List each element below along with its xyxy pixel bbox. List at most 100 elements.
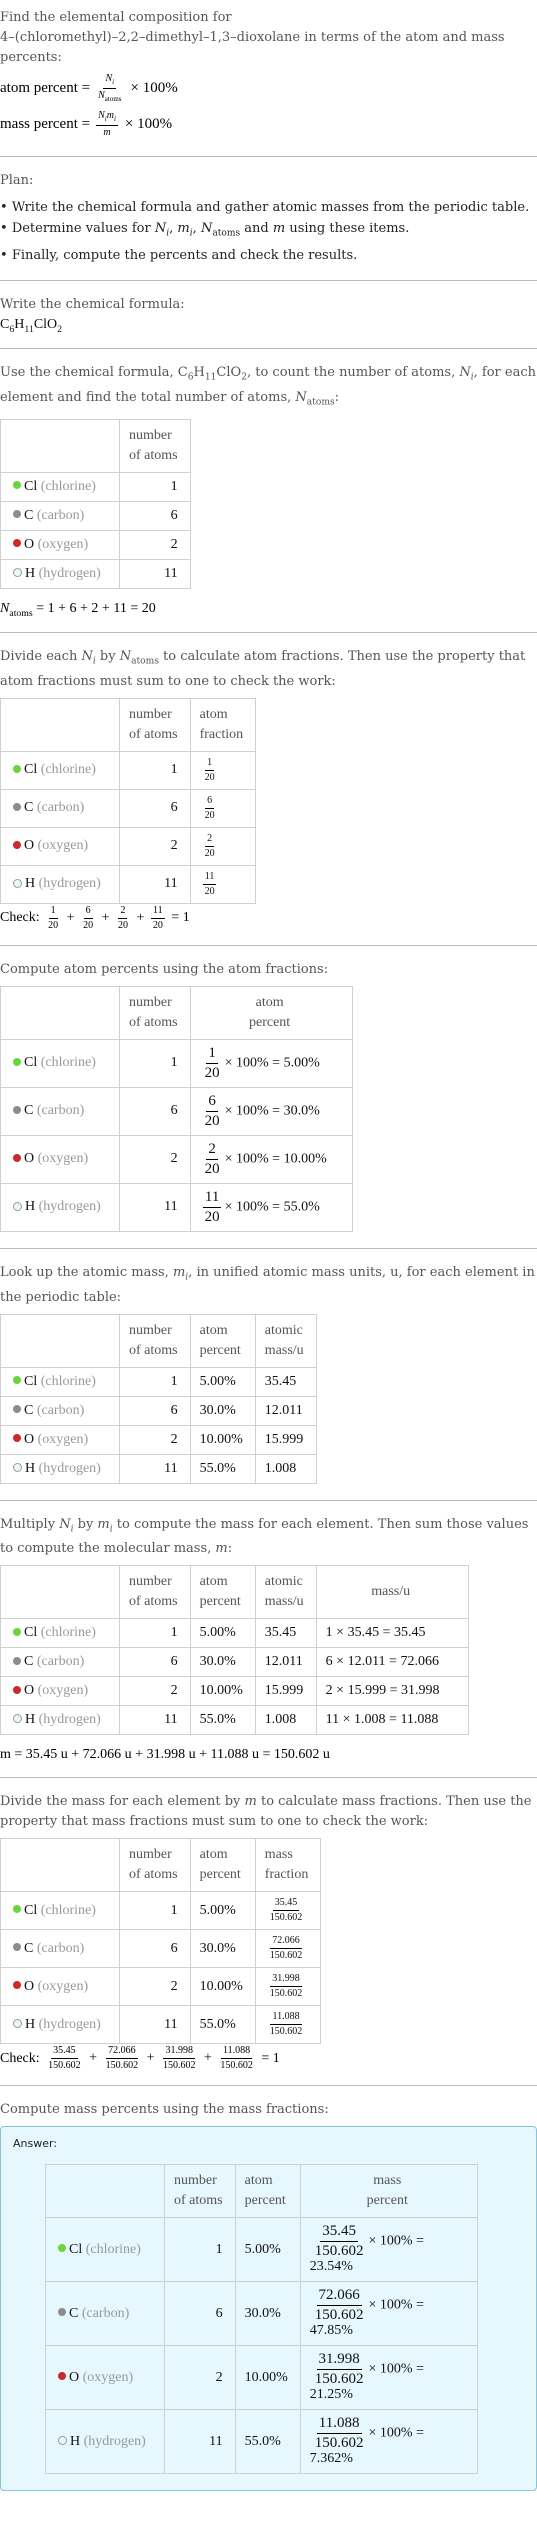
element-color-dot-icon xyxy=(13,1405,21,1414)
element-symbol: C xyxy=(24,1940,34,1956)
total-atoms-result: Natoms = 1 + 6 + 2 + 11 = 20 xyxy=(0,600,156,619)
fraction-denominator: 20 xyxy=(204,809,215,821)
atom-percent-cell: 1 20 × 100% = 5.00% xyxy=(189,1038,353,1088)
fraction-numerator: 11.088 xyxy=(316,2416,362,2435)
table-row: C (carbon) 6 6 20 xyxy=(0,788,257,828)
mass-cell: 11 × 1.008 = 11.088 xyxy=(315,1705,469,1736)
plan-item: Determine values for Ni, mi, Natoms and … xyxy=(0,218,537,245)
atomic-mass-cell: 12.011 xyxy=(254,1647,317,1678)
atoms-cell: 6 xyxy=(119,1647,191,1678)
element-color-dot-icon xyxy=(13,803,21,812)
atom-count-table: number of atoms Cl (chlorine) 1 C (carbon) 6… xyxy=(0,418,191,589)
element-symbol: Cl xyxy=(24,1625,38,1641)
fraction: 11.088 150.602 xyxy=(268,2012,305,2037)
fraction-numerator: 72.066 xyxy=(316,2288,362,2307)
element-cell: O (oxygen) xyxy=(45,2345,165,2411)
element-symbol: Cl xyxy=(24,1373,38,1389)
element-color-dot-icon xyxy=(13,1376,21,1385)
table-row: C (carbon) 6 xyxy=(0,500,191,531)
formula-intro: Write the chemical formula: xyxy=(0,296,185,312)
fraction-denominator: 20 xyxy=(83,919,94,931)
element-cell: H (hydrogen) xyxy=(0,1453,120,1484)
element-cell: C (carbon) xyxy=(0,1395,120,1426)
atoms-cell: 1 xyxy=(164,2217,236,2283)
element-symbol: H xyxy=(25,2016,36,2032)
atomic-mass-cell: 35.45 xyxy=(254,1618,317,1649)
atom-percent-value: × 100% = 5.00% xyxy=(224,1055,320,1071)
mass-percent-cell: 35.45 150.602 × 100% = 23.54% xyxy=(299,2217,478,2283)
plus-sign: + xyxy=(98,910,113,926)
table-row: H (hydrogen) 11 11 20 xyxy=(0,864,257,904)
element-name: (chlorine) xyxy=(85,2241,141,2257)
table-row: C (carbon) 6 30.0% 12.011 6 × 12.011 = 72.06… xyxy=(0,1647,469,1678)
element-symbol: H xyxy=(70,2433,81,2449)
fraction-numerator: 1 xyxy=(48,905,58,919)
table-row: H (hydrogen) 11 11 20 × 100% = 55.0% xyxy=(0,1182,353,1232)
fraction-denominator: 150.602 xyxy=(269,1950,303,1962)
table-row: O (oxygen) 2 2 20 × 100% = 10.00% xyxy=(0,1134,353,1184)
plan-list: Write the chemical formula and gather at… xyxy=(0,197,537,266)
mass-cell: 1 × 35.45 = 35.45 xyxy=(315,1618,469,1649)
element-name: (chlorine) xyxy=(40,478,96,494)
mass-percent-section: Compute mass percents using the mass fra… xyxy=(0,2086,537,2505)
element-symbol: H xyxy=(25,1712,36,1728)
fraction: 35.45 150.602 xyxy=(268,1898,305,1923)
atoms-cell: 11 xyxy=(119,1453,191,1484)
fraction: 35.45 150.602 xyxy=(46,2046,83,2071)
element-color-dot-icon xyxy=(13,1943,21,1952)
atomic-mass-cell: 12.011 xyxy=(254,1395,317,1426)
atoms-cell: 6 xyxy=(164,2281,236,2347)
fraction-denominator: 150.602 xyxy=(269,2026,303,2038)
fraction-numerator: 31.998 xyxy=(316,2352,362,2371)
element-name: (carbon) xyxy=(81,2305,130,2321)
fraction: 31.998 150.602 xyxy=(161,2046,198,2071)
element-symbol: H xyxy=(25,1460,36,1476)
fraction-denominator: 20 xyxy=(117,919,128,931)
atoms-cell: 6 xyxy=(119,500,191,531)
table-row: O (oxygen) 2 10.00% 15.999 2 × 15.999 = 31.9… xyxy=(0,1676,469,1707)
question-section: Find the elemental composition for 4–(chl… xyxy=(0,0,537,157)
fraction: 31.998 150.602 xyxy=(313,2352,366,2387)
atom-percent-cell: 5.00% xyxy=(189,1618,256,1649)
atom-fraction-cell: 1 20 xyxy=(189,750,257,790)
element-symbol: Cl xyxy=(24,762,38,778)
fraction: 11.088 150.602 xyxy=(218,2046,255,2071)
atoms-cell: 2 xyxy=(119,1134,191,1184)
element-cell: H (hydrogen) xyxy=(0,864,120,904)
element-color-dot-icon xyxy=(58,2244,66,2253)
element-name: (hydrogen) xyxy=(38,2016,101,2032)
atom-percent-formula: atom percent = Ni Natoms × 100% xyxy=(0,72,178,103)
mass-fraction-intro: Divide the mass for each element by m to… xyxy=(0,1794,532,1830)
fraction-denominator: 20 xyxy=(204,1208,220,1225)
element-cell: H (hydrogen) xyxy=(0,1182,120,1232)
fraction: 6 20 xyxy=(203,1093,222,1129)
element-color-dot-icon xyxy=(13,1905,21,1914)
mass-percent-cell: 11.088 150.602 × 100% = 7.362% xyxy=(299,2409,478,2475)
atoms-cell: 2 xyxy=(164,2345,236,2411)
atomic-mass-cell: 1.008 xyxy=(254,1705,317,1736)
element-name: (oxygen) xyxy=(37,1683,89,1699)
atom-percent-cell: 30.0% xyxy=(189,1647,256,1678)
element-symbol: H xyxy=(25,565,36,581)
fraction: 1 20 xyxy=(203,1045,222,1081)
element-cell: Cl (chlorine) xyxy=(45,2217,165,2283)
fraction-denominator: 150.602 xyxy=(162,2060,196,2072)
fraction: 35.45 150.602 xyxy=(313,2224,366,2259)
element-symbol: Cl xyxy=(24,478,38,494)
element-cell: H (hydrogen) xyxy=(0,1705,120,1736)
mass-fraction-check: Check: 35.45 150.602 + 72.066 150.602 + 31… xyxy=(0,2045,280,2072)
element-color-dot-icon xyxy=(13,481,21,490)
mass-fraction-cell: 11.088 150.602 xyxy=(254,2005,322,2045)
fraction-numerator: 11 xyxy=(202,1189,222,1208)
mass-intro: Multiply Ni by mi to compute the mass fo… xyxy=(0,1516,529,1557)
atom-percent-cell: 30.0% xyxy=(234,2281,301,2347)
fraction-denominator: 20 xyxy=(204,847,215,859)
fraction-denominator: 150.602 xyxy=(220,2060,253,2072)
fraction-numerator: 6 xyxy=(83,905,93,919)
element-symbol: O xyxy=(24,1683,35,1699)
fraction-denominator: 20 xyxy=(204,1160,220,1177)
solution-page: Find the elemental composition for 4–(chl… xyxy=(0,0,537,2515)
atoms-cell: 1 xyxy=(119,1618,191,1649)
fraction-denominator: 20 xyxy=(204,1112,220,1129)
element-cell: Cl (chlorine) xyxy=(0,471,120,502)
